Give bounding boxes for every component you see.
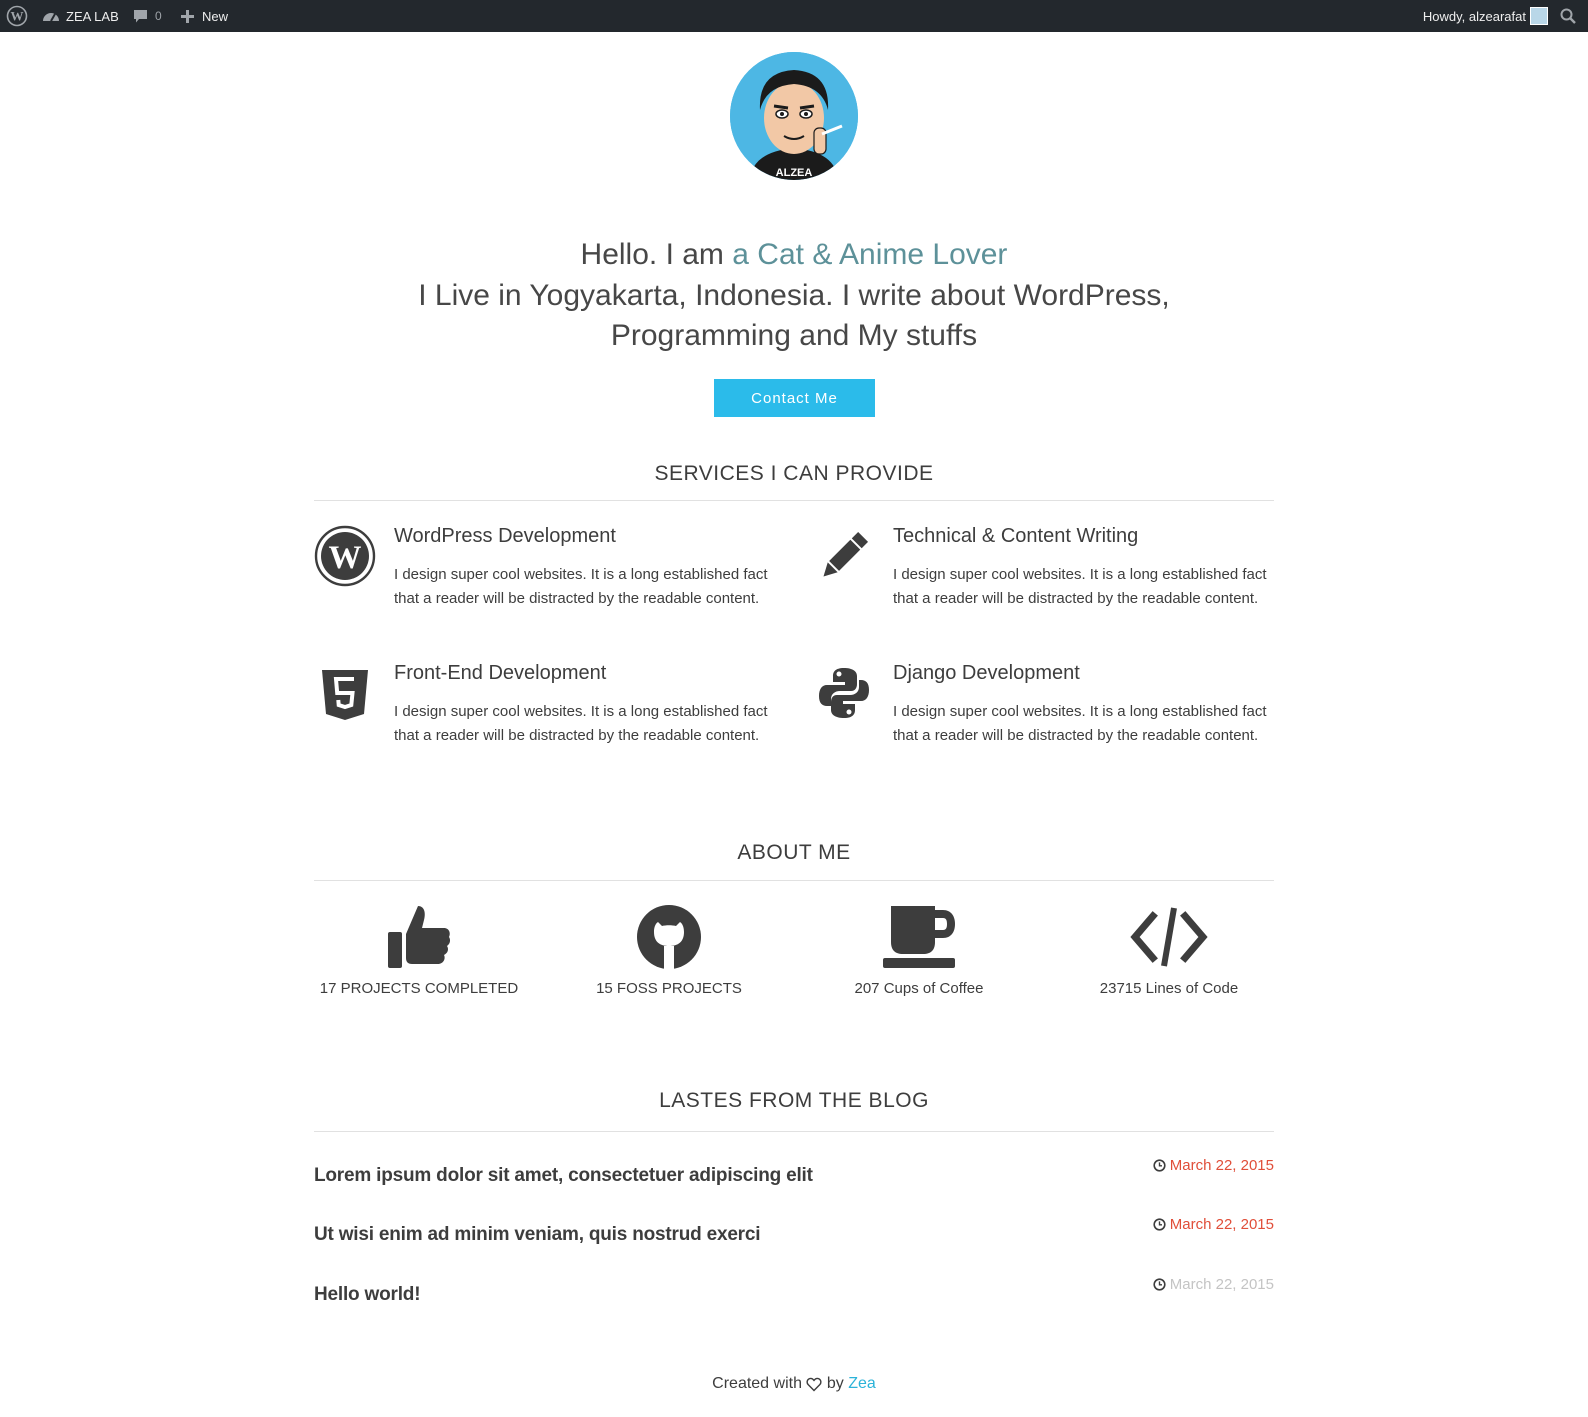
hero-greeting: Hello. I am bbox=[580, 238, 724, 271]
blog-post-title[interactable]: Lorem ipsum dolor sit amet, consectetuer… bbox=[314, 1165, 813, 1187]
comment-count: 0 bbox=[155, 9, 162, 23]
stat-label: 207 Cups of Coffee bbox=[854, 980, 984, 997]
about-divider bbox=[314, 880, 1274, 881]
html5-icon bbox=[322, 670, 368, 720]
blog-post-date-text: March 22, 2015 bbox=[1169, 1216, 1274, 1233]
new-content-menu[interactable]: New bbox=[181, 0, 228, 32]
service-description: I design super cool websites. It is a lo… bbox=[394, 566, 768, 607]
admin-bar: W ZEA LAB 0 New Howdy, alzearafat bbox=[0, 0, 1588, 32]
blog-post-title[interactable]: Hello world! bbox=[314, 1284, 421, 1306]
site-name-menu[interactable]: ZEA LAB bbox=[42, 0, 119, 32]
new-label: New bbox=[202, 8, 229, 24]
python-icon bbox=[819, 668, 869, 718]
profile-avatar: ALZEA bbox=[730, 52, 858, 180]
blog-post-date: March 22, 2015 bbox=[1153, 1157, 1274, 1174]
wordpress-logo-icon: W bbox=[6, 5, 28, 27]
blog-post-date: March 22, 2015 bbox=[1153, 1216, 1274, 1233]
contact-me-button[interactable]: Contact Me bbox=[714, 379, 875, 417]
clock-icon bbox=[1153, 1159, 1166, 1172]
hero-role: a Cat & Anime Lover bbox=[732, 238, 1008, 271]
thumbs-up-icon bbox=[388, 906, 451, 968]
wordpress-logo-menu[interactable]: W bbox=[6, 0, 28, 32]
blog-post-title[interactable]: Ut wisi enim ad minim veniam, quis nostr… bbox=[314, 1224, 761, 1246]
hero-heading-line-1: Hello. I am a Cat & Anime Lover bbox=[0, 238, 1588, 272]
stat-foss-projects: 15 FOSS PROJECTS bbox=[544, 902, 794, 997]
blog-post-item: Lorem ipsum dolor sit amet, consectetuer… bbox=[314, 1157, 1274, 1197]
blog-heading: LASTES FROM THE BLOG bbox=[659, 1089, 929, 1112]
comment-bubble-icon bbox=[134, 9, 147, 22]
hero-heading-line-3: Programming and My stuffs bbox=[610, 319, 978, 352]
svg-text:W: W bbox=[11, 9, 24, 24]
wordpress-icon: W bbox=[314, 525, 376, 587]
footer-created-with: Created with bbox=[712, 1375, 802, 1392]
about-heading: ABOUT ME bbox=[737, 841, 851, 864]
admin-avatar[interactable] bbox=[1530, 7, 1548, 25]
service-description: I design super cool websites. It is a lo… bbox=[893, 566, 1267, 607]
clock-icon bbox=[1153, 1278, 1166, 1291]
search-icon bbox=[1560, 8, 1576, 24]
site-footer: Created with by Zea bbox=[0, 1375, 1588, 1393]
blog-post-date-text: March 22, 2015 bbox=[1169, 1157, 1274, 1174]
service-description: I design super cool websites. It is a lo… bbox=[893, 703, 1267, 744]
services-divider bbox=[314, 500, 1274, 501]
code-icon bbox=[1130, 907, 1208, 967]
stat-lines-of-code: 23715 Lines of Code bbox=[1044, 902, 1294, 997]
blog-post-item: Ut wisi enim ad minim veniam, quis nostr… bbox=[314, 1216, 1274, 1256]
pencil-icon bbox=[823, 531, 869, 577]
blog-post-date: March 22, 2015 bbox=[1153, 1276, 1274, 1293]
cartoon-portrait-image: ALZEA bbox=[730, 52, 858, 180]
footer-author-link[interactable]: Zea bbox=[848, 1375, 876, 1392]
clock-icon bbox=[1153, 1218, 1166, 1231]
comments-menu[interactable]: 0 bbox=[133, 0, 162, 32]
stat-projects-completed: 17 PROJECTS COMPLETED bbox=[294, 902, 544, 997]
service-description: I design super cool websites. It is a lo… bbox=[394, 703, 768, 744]
admin-search[interactable] bbox=[1560, 0, 1576, 32]
plus-icon bbox=[181, 9, 194, 23]
site-name-label: ZEA LAB bbox=[66, 8, 119, 24]
stat-label: 23715 Lines of Code bbox=[1099, 980, 1239, 997]
blog-post-item: Hello world! March 22, 2015 bbox=[314, 1276, 1274, 1316]
dashboard-icon bbox=[43, 13, 59, 22]
stat-label: 17 PROJECTS COMPLETED bbox=[319, 980, 519, 997]
avatar-caption: ALZEA bbox=[776, 167, 813, 179]
stat-coffee: 207 Cups of Coffee bbox=[794, 902, 1044, 997]
service-title: WordPress Development bbox=[394, 525, 616, 547]
github-icon bbox=[637, 905, 701, 969]
services-heading: SERVICES I CAN PROVIDE bbox=[654, 462, 934, 485]
howdy-label: Howdy, alzearafat bbox=[1422, 8, 1526, 24]
coffee-icon bbox=[883, 906, 955, 968]
service-title: Technical & Content Writing bbox=[893, 525, 1139, 547]
heart-icon bbox=[806, 1377, 822, 1391]
hero-heading-line-2: I Live in Yogyakarta, Indonesia. I write… bbox=[418, 279, 1170, 312]
service-title: Django Development bbox=[893, 662, 1080, 684]
footer-by: by bbox=[826, 1375, 844, 1392]
blog-post-date-text: March 22, 2015 bbox=[1169, 1276, 1274, 1293]
my-account-menu[interactable]: Howdy, alzearafat bbox=[1423, 0, 1526, 32]
svg-text:W: W bbox=[329, 540, 362, 576]
service-title: Front-End Development bbox=[394, 662, 607, 684]
blog-divider bbox=[314, 1131, 1274, 1132]
stat-label: 15 FOSS PROJECTS bbox=[596, 980, 742, 997]
